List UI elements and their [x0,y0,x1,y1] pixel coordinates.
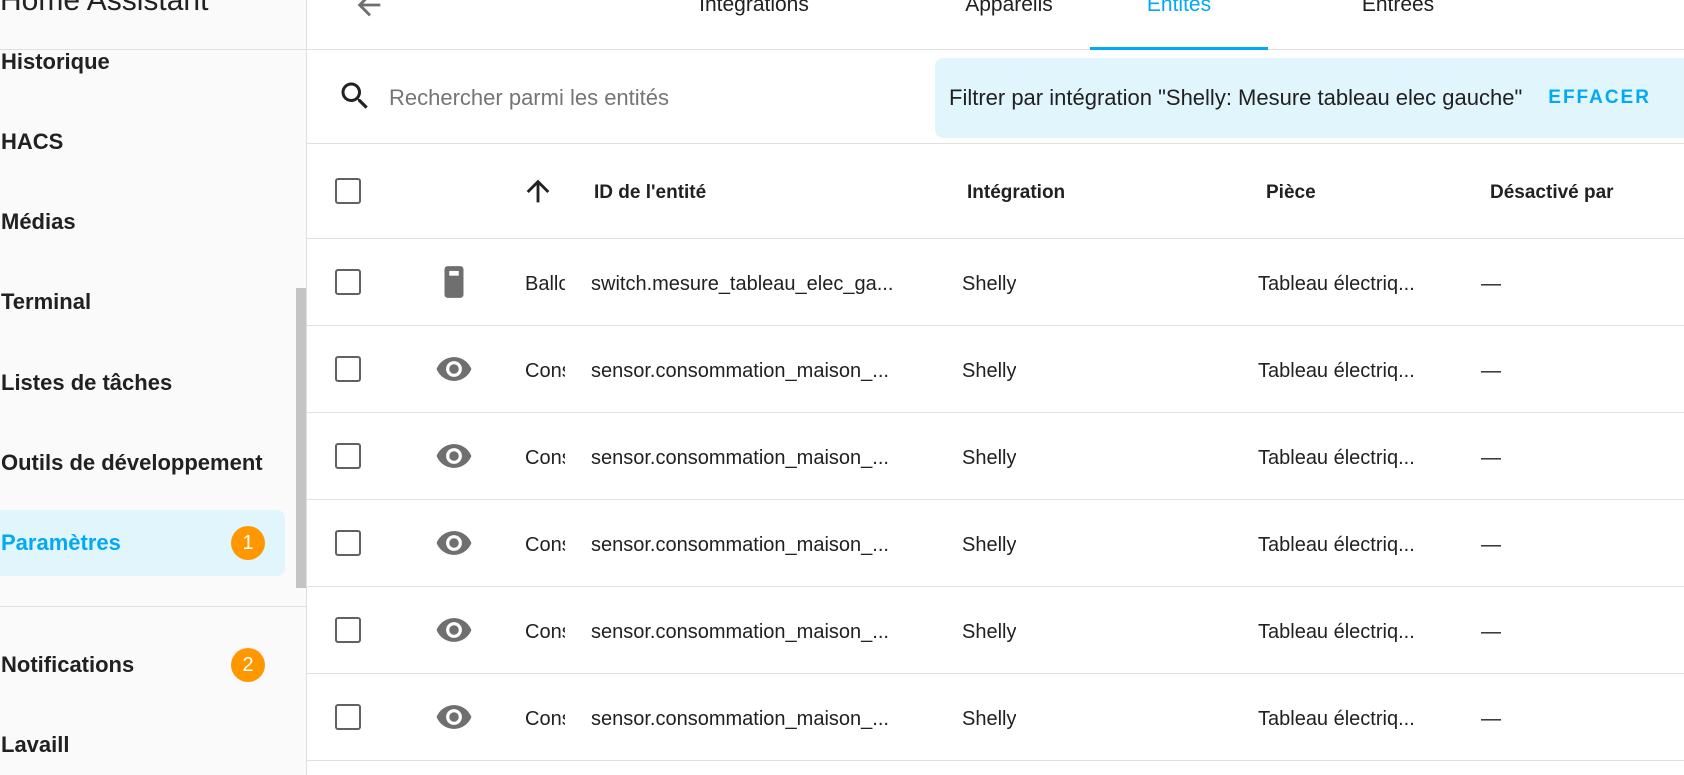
search-input[interactable] [387,72,911,124]
sort-ascending-icon[interactable] [521,174,555,208]
integration-filter-chip: Filtrer par intégration "Shelly: Mesure … [935,58,1684,138]
sidebar-item-label: Terminal [1,289,92,314]
app-title: Home Assistant [0,0,209,17]
sidebar-item-label: Historique [1,49,110,74]
sidebar-item-terminal[interactable]: Terminal [0,269,285,335]
entity-name: Ballo [525,273,565,295]
entity-room: Tableau électriq... [1258,447,1415,469]
entity-id: sensor.consommation_maison_... [591,534,889,556]
entity-name: Cons [525,708,565,730]
clear-filter-button[interactable]: EFFACER [1548,87,1651,109]
parametres-badge: 1 [231,526,265,560]
entity-disabled-by: — [1481,534,1501,556]
table-row[interactable]: Cons sensor.consommation_maison_... Shel… [307,500,1684,587]
table-row[interactable]: Cons sensor.consommation_maison_... Shel… [307,587,1684,674]
tab-label: Appareils [965,0,1053,16]
eye-icon [436,357,472,381]
filter-text: Filtrer par intégration "Shelly: Mesure … [949,85,1523,110]
entity-integration: Shelly [962,534,1017,556]
tab-integrations[interactable]: Intégrations [664,0,844,50]
entity-name: Cons [525,447,565,469]
sidebar-item-user[interactable]: Lavaill [0,712,285,775]
sidebar-item-hacs[interactable]: HACS [0,109,285,175]
sidebar-item-label: Notifications [1,652,135,677]
entity-integration: Shelly [962,360,1017,382]
column-header-disabled-by[interactable]: Désactivé par [1490,182,1614,204]
switch-icon [444,266,464,298]
entity-id: sensor.consommation_maison_... [591,360,889,382]
entity-disabled-by: — [1481,360,1501,382]
row-checkbox[interactable] [335,704,361,730]
tab-entrees[interactable]: Entrées [1308,0,1488,50]
sidebar-item-notifications[interactable]: Notifications 2 [0,632,285,698]
sidebar: Home Assistant Historique HACS Médias Te… [0,0,307,775]
sidebar-scrollbar[interactable] [296,288,306,588]
tab-label: Entités [1146,0,1212,16]
row-checkbox[interactable] [335,356,361,382]
search-icon [341,82,368,109]
entity-room: Tableau électriq... [1258,360,1415,382]
entity-integration: Shelly [962,273,1017,295]
tab-label: Intégrations [699,0,809,16]
entity-integration: Shelly [962,621,1017,643]
entity-disabled-by: — [1481,447,1501,469]
row-checkbox[interactable] [335,443,361,469]
sidebar-item-listes-de-taches[interactable]: Listes de tâches [0,350,285,416]
row-checkbox[interactable] [335,617,361,643]
entity-id: sensor.consommation_maison_... [591,708,889,730]
entity-disabled-by: — [1481,273,1501,295]
entity-room: Tableau électriq... [1258,534,1415,556]
sidebar-item-medias[interactable]: Médias [0,189,285,255]
sidebar-item-historique[interactable]: Historique [0,29,285,95]
column-header-integration[interactable]: Intégration [967,182,1065,204]
entities-table: ID de l'entité Intégration Pièce Désacti… [307,144,1684,761]
column-header-entity-id[interactable]: ID de l'entité [594,182,706,204]
search-filter-row: Filtrer par intégration "Shelly: Mesure … [307,50,1684,144]
entity-id: switch.mesure_tableau_elec_ga... [591,273,894,295]
entity-disabled-by: — [1481,708,1501,730]
table-row[interactable]: Cons sensor.consommation_maison_... Shel… [307,413,1684,500]
table-row[interactable]: Ballo switch.mesure_tableau_elec_ga... S… [307,239,1684,326]
eye-icon [436,531,472,555]
entity-id: sensor.consommation_maison_... [591,621,889,643]
eye-icon [436,618,472,642]
entity-integration: Shelly [962,708,1017,730]
notifications-badge: 2 [231,648,265,682]
entity-name: Cons [525,534,565,556]
table-header: ID de l'entité Intégration Pièce Désacti… [307,144,1684,239]
user-name: Lavaill [1,732,70,757]
entity-name: Cons [525,621,565,643]
select-all-checkbox[interactable] [335,178,361,204]
table-row[interactable]: Cons sensor.consommation_maison_... Shel… [307,674,1684,761]
entity-room: Tableau électriq... [1258,708,1415,730]
sidebar-item-label: Listes de tâches [1,370,173,395]
sidebar-item-label: HACS [1,129,64,154]
entity-id: sensor.consommation_maison_... [591,447,889,469]
entity-disabled-by: — [1481,621,1501,643]
top-tabs-bar: Intégrations Appareils Entités Entrées [307,0,1684,50]
tab-label: Entrées [1361,0,1435,16]
table-row[interactable]: Cons sensor.consommation_maison_... Shel… [307,326,1684,413]
sidebar-item-parametres[interactable]: Paramètres 1 [0,510,285,576]
column-header-room[interactable]: Pièce [1266,182,1316,204]
eye-icon [436,444,472,468]
entity-integration: Shelly [962,447,1017,469]
sidebar-item-label: Médias [1,209,76,234]
tab-entites[interactable]: Entités [1090,0,1268,50]
row-checkbox[interactable] [335,530,361,556]
entity-room: Tableau électriq... [1258,273,1415,295]
tab-appareils[interactable]: Appareils [919,0,1099,50]
sidebar-item-outils-de-developpement[interactable]: Outils de développement [0,430,285,496]
row-checkbox[interactable] [335,269,361,295]
back-arrow-icon[interactable] [352,0,386,22]
entity-room: Tableau électriq... [1258,621,1415,643]
entity-name: Cons [525,360,565,382]
sidebar-divider [0,606,306,607]
sidebar-item-label: Paramètres [1,530,121,555]
sidebar-item-label: Outils de développement [1,450,263,475]
table-body: Ballo switch.mesure_tableau_elec_ga... S… [307,239,1684,761]
eye-icon [436,705,472,729]
